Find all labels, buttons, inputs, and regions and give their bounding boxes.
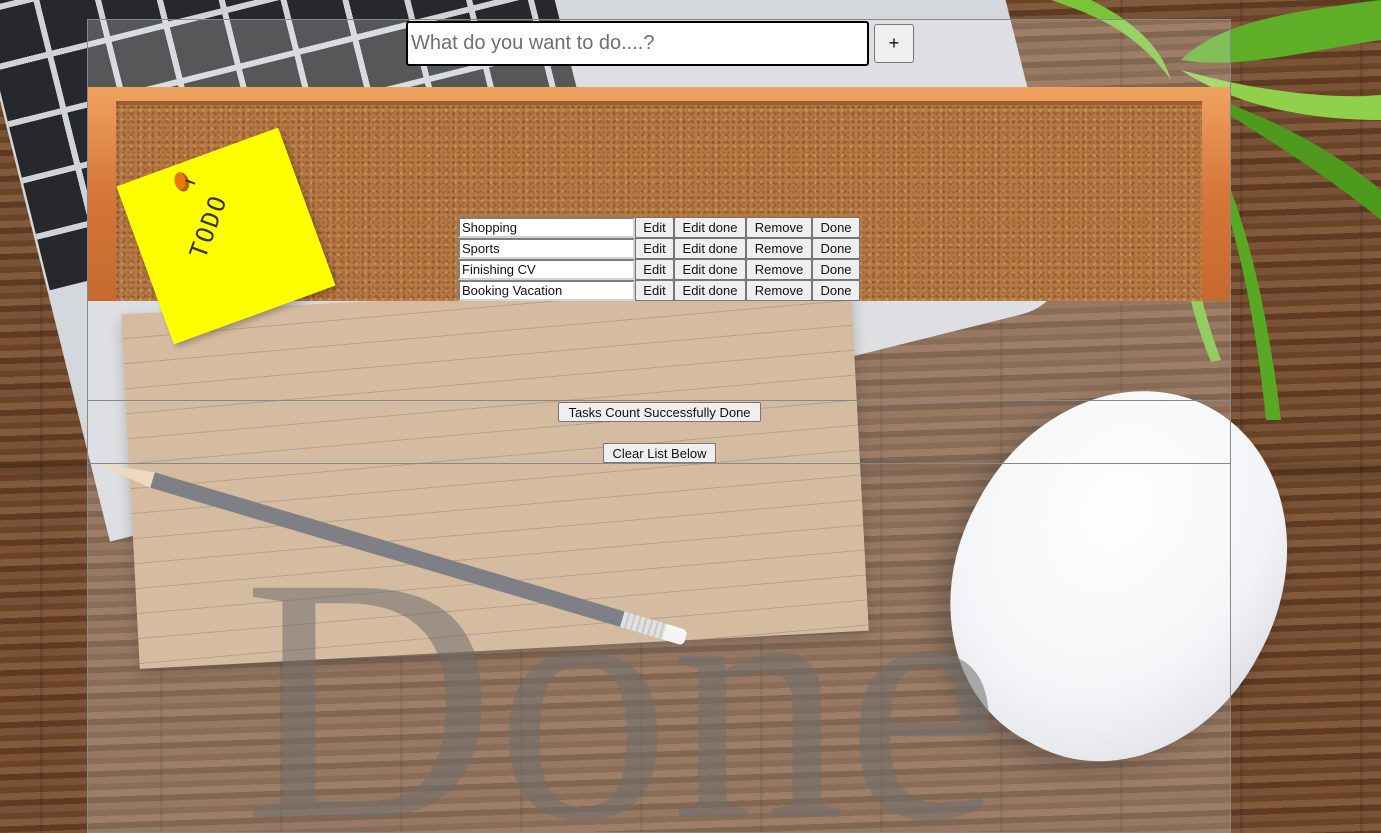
done-button[interactable]: Done [812, 259, 860, 280]
done-watermark: Done [243, 505, 1002, 833]
task-name-field[interactable]: Shopping [458, 217, 635, 238]
edit-button[interactable]: Edit [635, 280, 674, 301]
edit-done-button[interactable]: Edit done [674, 217, 746, 238]
spacer-area [88, 301, 1230, 401]
done-list-area: Done [88, 464, 1230, 833]
clear-list-button[interactable]: Clear List Below [603, 443, 716, 463]
edit-button[interactable]: Edit [635, 259, 674, 280]
add-task-button[interactable]: + [874, 24, 914, 63]
edit-button[interactable]: Edit [635, 238, 674, 259]
remove-button[interactable]: Remove [746, 280, 812, 301]
task-row: Sports Edit Edit done Remove Done [458, 238, 860, 259]
remove-button[interactable]: Remove [746, 238, 812, 259]
input-bar: + [88, 20, 1230, 87]
done-button[interactable]: Done [812, 238, 860, 259]
task-row: Finishing CV Edit Edit done Remove Done [458, 259, 860, 280]
task-row: Shopping Edit Edit done Remove Done [458, 217, 860, 238]
edit-done-button[interactable]: Edit done [674, 280, 746, 301]
edit-done-button[interactable]: Edit done [674, 238, 746, 259]
task-name-field[interactable]: Sports [458, 238, 635, 259]
done-button[interactable]: Done [812, 280, 860, 301]
todo-app: + TODO Shopping Edit Edit done Remove Do… [87, 19, 1231, 833]
task-name-field[interactable]: Finishing CV [458, 259, 635, 280]
remove-button[interactable]: Remove [746, 259, 812, 280]
tasks-count-button[interactable]: Tasks Count Successfully Done [558, 402, 761, 422]
task-list: Shopping Edit Edit done Remove Done Spor… [458, 217, 860, 301]
task-name-field[interactable]: Booking Vacation [458, 280, 635, 301]
new-task-input[interactable] [406, 21, 869, 66]
edit-button[interactable]: Edit [635, 217, 674, 238]
pushpin-icon [171, 170, 192, 194]
sticky-note-text: TODO [184, 190, 233, 263]
edit-done-button[interactable]: Edit done [674, 259, 746, 280]
task-row: Booking Vacation Edit Edit done Remove D… [458, 280, 860, 301]
list-controls: Tasks Count Successfully Done Clear List… [88, 401, 1230, 464]
done-button[interactable]: Done [812, 217, 860, 238]
remove-button[interactable]: Remove [746, 217, 812, 238]
